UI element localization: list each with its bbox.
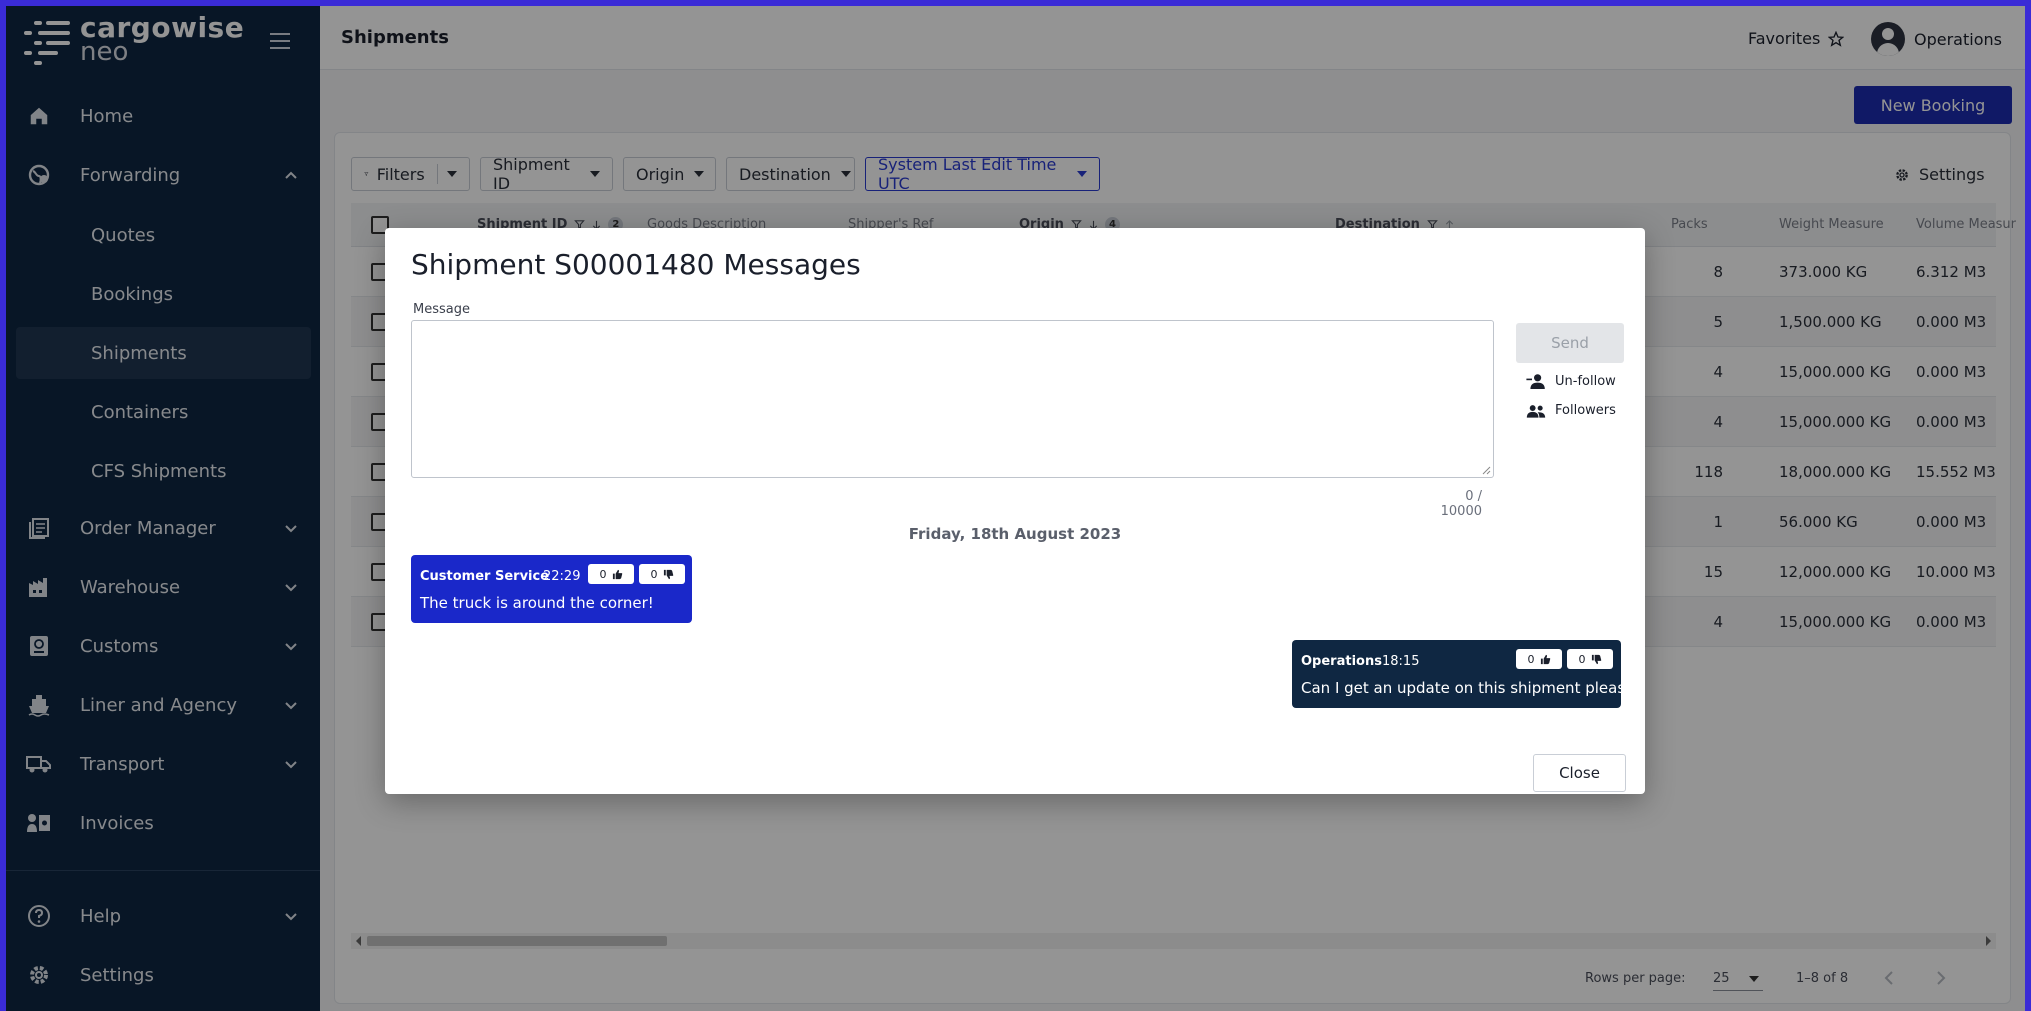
dislike-count: 0 — [650, 567, 658, 581]
followers-label: Followers — [1555, 403, 1616, 418]
message-input[interactable] — [411, 320, 1494, 478]
message-bubble: Operations 18:15 0 0 Can I get an update… — [1292, 640, 1642, 708]
message-time: 18:15 — [1382, 654, 1420, 669]
like-button[interactable]: 0 — [588, 564, 634, 584]
people-icon — [1526, 404, 1546, 418]
like-count: 0 — [1527, 652, 1535, 666]
thumbs-down-icon — [1591, 654, 1601, 664]
resize-grip-icon[interactable] — [1481, 465, 1491, 475]
character-counter: 0 / 10000 — [1440, 489, 1482, 519]
message-author: Operations — [1301, 654, 1382, 669]
unfollow-label: Un-follow — [1555, 373, 1616, 389]
dislike-button[interactable]: 0 — [1567, 649, 1613, 669]
like-button[interactable]: 0 — [1516, 649, 1562, 669]
app-window: cargowise neo Home Forwarding Quotes Boo… — [6, 6, 2025, 1011]
person-remove-icon — [1526, 374, 1545, 389]
send-button[interactable]: Send — [1516, 323, 1624, 363]
dialog-title: Shipment S00001480 Messages — [411, 248, 861, 281]
dislike-button[interactable]: 0 — [639, 564, 685, 584]
message-label: Message — [413, 302, 470, 317]
thumbs-down-icon — [663, 569, 673, 579]
dislike-count: 0 — [1578, 652, 1586, 666]
messages-dialog: Shipment S00001480 Messages Message 0 / … — [385, 228, 1645, 794]
message-bubble: Customer Service 22:29 0 0 The truck is … — [411, 555, 692, 623]
message-author: Customer Service — [420, 569, 550, 584]
date-separator: Friday, 18th August 2023 — [908, 525, 1122, 543]
thumbs-up-icon — [612, 569, 622, 579]
message-time: 22:29 — [543, 569, 581, 584]
like-count: 0 — [599, 567, 607, 581]
close-button[interactable]: Close — [1533, 754, 1626, 792]
thumbs-up-icon — [1540, 654, 1550, 664]
unfollow-button[interactable]: Un-follow — [1526, 373, 1616, 389]
followers-button[interactable]: Followers — [1526, 403, 1616, 418]
message-text: Can I get an update on this shipment ple… — [1301, 679, 1643, 697]
message-text: The truck is around the corner! — [420, 594, 654, 612]
